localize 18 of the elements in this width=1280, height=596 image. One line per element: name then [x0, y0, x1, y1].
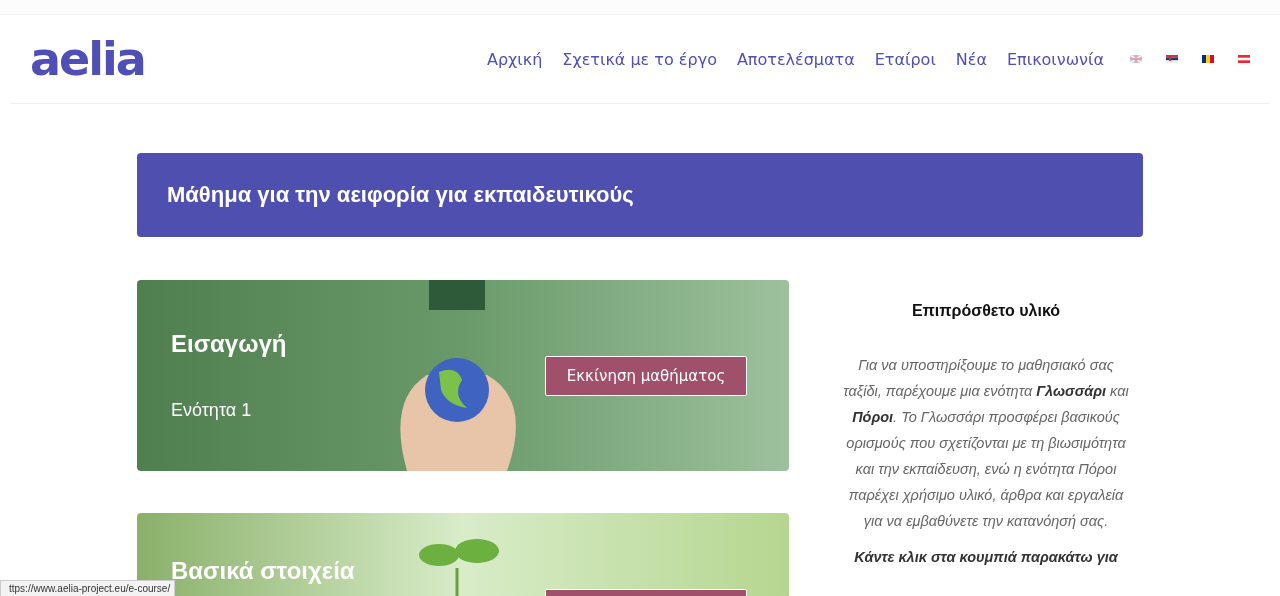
nav-link[interactable]: Εταίροι	[874, 49, 936, 69]
call-to-action-text: Κάντε κλικ στα κουμπιά παρακάτω για	[853, 548, 1119, 565]
logo[interactable]: aelia	[30, 36, 145, 82]
nav-link[interactable]: Σχετικά με το έργο	[562, 49, 717, 69]
sidebar-title: Επιπρόσθετο υλικό	[910, 302, 1062, 320]
flag-icon[interactable]	[1166, 55, 1178, 63]
card-subtitle: Ενότητα 1	[171, 400, 253, 421]
nav-link[interactable]: Επικοινωνία	[1006, 49, 1104, 69]
start-button[interactable]: Εκκίνηση μαθήματος	[545, 355, 747, 396]
status-bar-url: ttps://www.aelia-project.eu/e-course/	[0, 580, 176, 596]
nav-link[interactable]: Νέα	[955, 49, 987, 69]
banner-title: Μάθημα για την αειφορία για εκπαιδευτικούς	[167, 182, 634, 208]
nav-link[interactable]: Αποτελέσματα	[736, 49, 855, 69]
flag-icon[interactable]	[1238, 55, 1250, 63]
nav-link[interactable]: Αρχική	[487, 49, 543, 69]
sidebar-paragraph: Για να υποστηρίξουμε το μαθησιακό σας ταξίδι, παρέχουμε μια ενότητα Γλωσσάρι και Πόροι. Το Γλωσσάρι προσφέρει βασικούς ορισμούς που σχετίζονται με τη βιωσιμότητα και την εκπαίδευση, ενώ η ενότητα Πόροι παρέχει χρήσιμο υλικό, άρθρα και εργαλεία για να εμβαθύνετε την κατανόησή σας.	[842, 356, 1130, 531]
flag-icon[interactable]	[1202, 55, 1214, 63]
card-title: Εισαγωγή	[171, 330, 287, 358]
